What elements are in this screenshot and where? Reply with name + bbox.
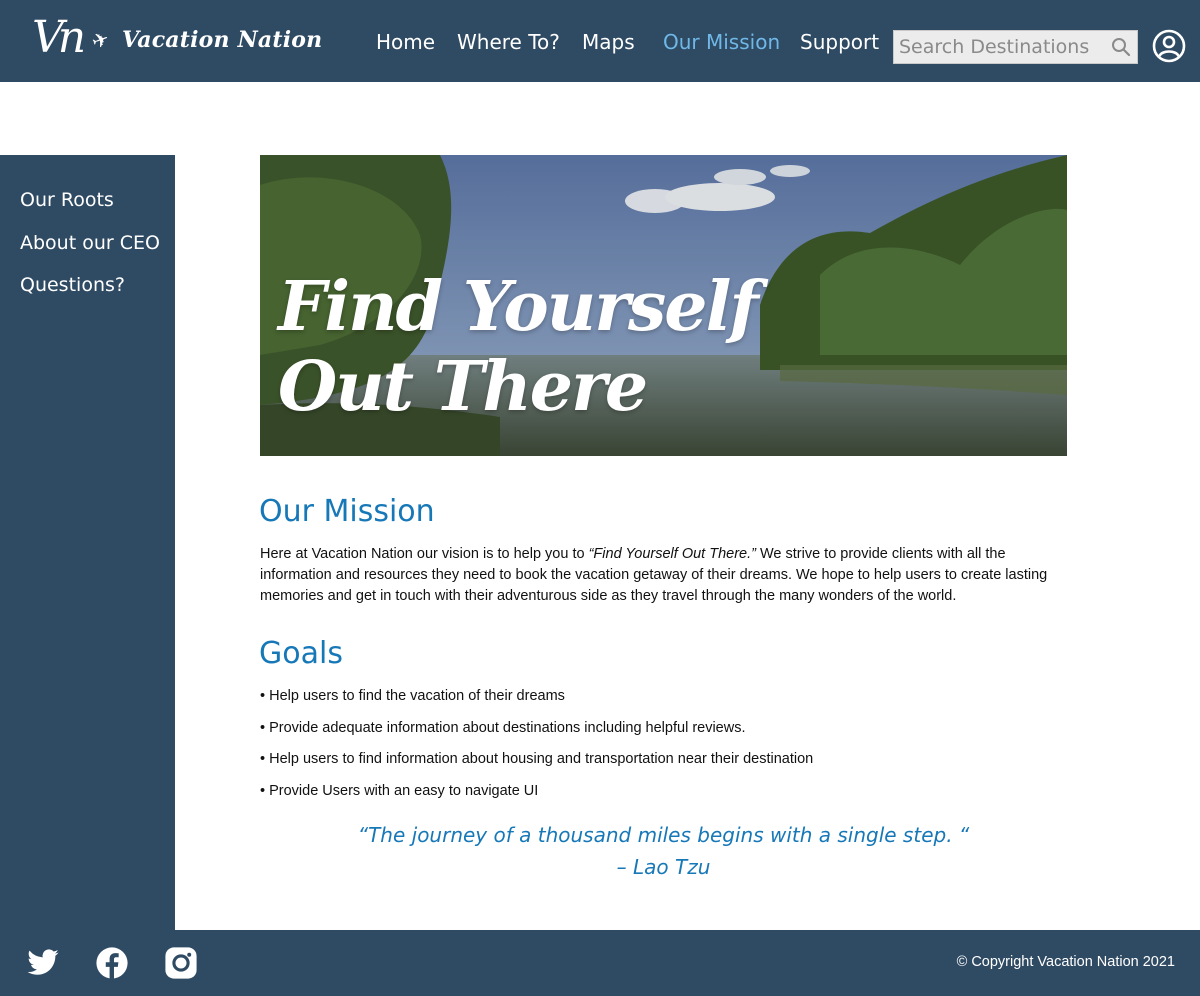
account-icon[interactable]	[1152, 29, 1186, 63]
quote-text: “The journey of a thousand miles begins …	[357, 823, 970, 847]
nav-support[interactable]: Support	[800, 30, 879, 54]
site-logo[interactable]: Vn ✈ Vacation Nation	[30, 8, 322, 72]
search-box	[893, 30, 1138, 64]
goal-item: Provide adequate information about desti…	[260, 718, 813, 750]
logo-text: Vacation Nation	[122, 27, 323, 53]
twitter-icon[interactable]	[26, 946, 60, 980]
nav-our-mission[interactable]: Our Mission	[663, 30, 780, 54]
mission-text-emphasis: “Find Yourself Out There.”	[588, 546, 756, 562]
site-footer: © Copyright Vacation Nation 2021	[0, 930, 1200, 996]
mission-heading: Our Mission	[259, 494, 435, 529]
copyright-text: © Copyright Vacation Nation 2021	[956, 954, 1175, 970]
hero-headline-line-1: Find Yourself	[278, 267, 759, 347]
goal-item: Help users to find information about hou…	[260, 749, 813, 781]
mission-paragraph: Here at Vacation Nation our vision is to…	[260, 544, 1060, 607]
nav-home[interactable]: Home	[376, 30, 435, 54]
nav-maps[interactable]: Maps	[582, 30, 635, 54]
quote-author: – Lao Tzu	[616, 855, 711, 879]
site-header: Vn ✈ Vacation Nation Home Where To? Maps…	[0, 0, 1200, 82]
logo-mark: Vn ✈	[30, 10, 116, 70]
sidebar-item-about-ceo[interactable]: About our CEO	[20, 232, 160, 254]
logo-monogram: Vn	[32, 12, 86, 63]
goals-heading: Goals	[259, 636, 343, 671]
hero-headline-line-2: Out There	[278, 347, 648, 427]
mission-text-intro: Here at Vacation Nation our vision is to…	[260, 546, 589, 562]
sidebar-item-questions[interactable]: Questions?	[20, 274, 125, 296]
instagram-icon[interactable]	[164, 946, 198, 980]
facebook-icon[interactable]	[95, 946, 129, 980]
plane-icon: ✈	[88, 25, 113, 55]
hero-headline: Find Yourself Out There	[278, 267, 759, 427]
nav-where-to[interactable]: Where To?	[457, 30, 560, 54]
sidebar: Our Roots About our CEO Questions?	[0, 155, 175, 930]
search-icon[interactable]	[1111, 37, 1131, 57]
goal-item: Help users to find the vacation of their…	[260, 686, 813, 718]
hero-banner: Find Yourself Out There	[260, 155, 1067, 456]
search-input[interactable]	[894, 31, 1104, 63]
goals-list: Help users to find the vacation of their…	[260, 686, 813, 813]
goal-item: Provide Users with an easy to navigate U…	[260, 781, 813, 813]
sidebar-item-our-roots[interactable]: Our Roots	[20, 189, 114, 211]
quote-block: “The journey of a thousand miles begins …	[260, 819, 1067, 883]
